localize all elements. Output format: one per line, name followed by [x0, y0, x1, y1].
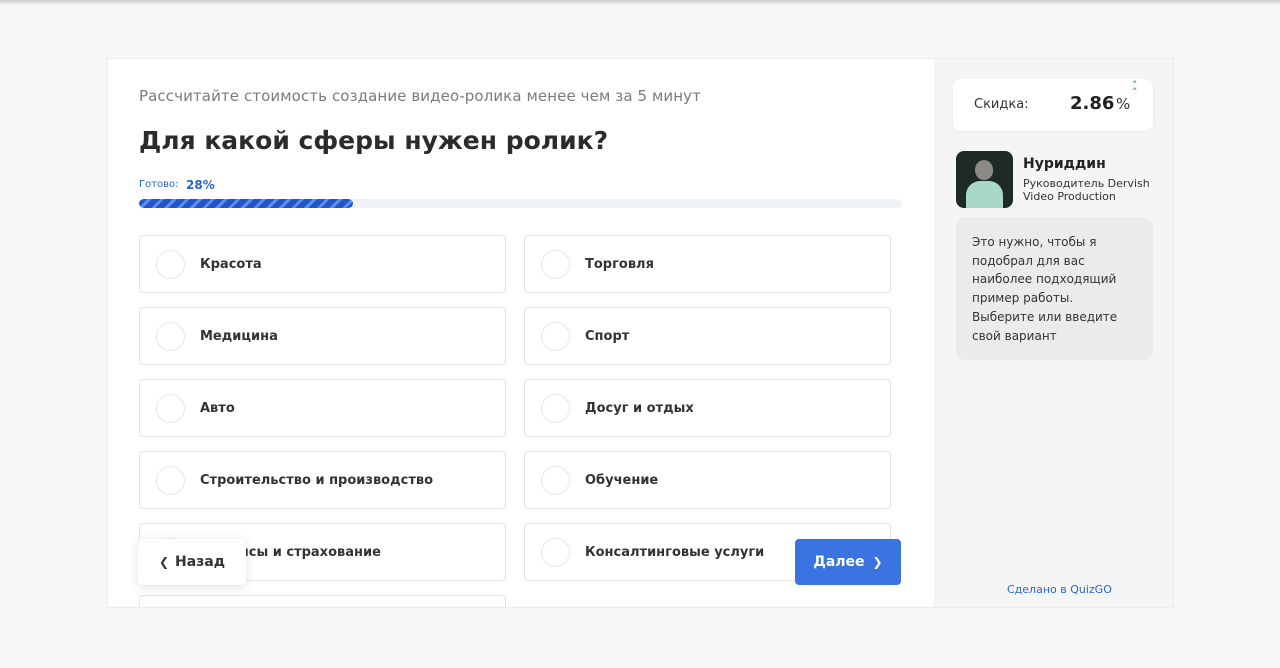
- option-construction[interactable]: Строительство и производство: [139, 451, 506, 509]
- avatar: [956, 151, 1013, 208]
- progress-value: 28%: [186, 178, 215, 192]
- option-label: Обучение: [585, 472, 659, 488]
- discount-label: Скидка:: [974, 97, 1029, 112]
- discount-value: 2.86: [1070, 93, 1115, 114]
- chevron-right-icon: ❯: [872, 555, 883, 569]
- back-button[interactable]: ❮ Назад: [138, 539, 246, 585]
- option-label: Медицина: [200, 328, 278, 344]
- quiz-main: Рассчитайте стоимость создание видео-рол…: [108, 59, 934, 607]
- avatar-body: [966, 181, 1003, 208]
- option-beauty[interactable]: Красота: [139, 235, 506, 293]
- option-leisure[interactable]: Досуг и отдых: [524, 379, 891, 437]
- radio-icon[interactable]: [156, 321, 185, 351]
- option-education[interactable]: Обучение: [524, 451, 891, 509]
- manager-name: Нуриддин: [1023, 156, 1106, 172]
- radio-icon[interactable]: [541, 249, 570, 279]
- radio-icon[interactable]: [156, 249, 185, 279]
- progress-fill: [139, 199, 353, 208]
- chevron-left-icon: ❮: [158, 555, 169, 569]
- option-label: Торговля: [585, 256, 654, 272]
- next-button-label: Далее: [813, 554, 865, 570]
- option-auto[interactable]: Авто: [139, 379, 506, 437]
- message-line: Это нужно, чтобы я подобрал для вас наиб…: [972, 235, 1117, 306]
- radio-icon[interactable]: [541, 465, 570, 495]
- top-shadow: [0, 0, 1280, 6]
- sidebar: Скидка: 2.86 % ˄ ˄ Нуриддин Руководитель …: [934, 59, 1173, 607]
- made-in-link[interactable]: Сделано в QuizGO: [1007, 583, 1112, 596]
- option-label: Досуг и отдых: [585, 400, 694, 416]
- double-chevron-up-icon: ˄ ˄: [1132, 79, 1138, 99]
- discount-card: Скидка: 2.86 % ˄ ˄: [953, 79, 1153, 131]
- option-label: Спорт: [585, 328, 630, 344]
- option-trade[interactable]: Торговля: [524, 235, 891, 293]
- progress-label: Готово:: [139, 179, 179, 190]
- radio-icon[interactable]: [156, 465, 185, 495]
- question-title: Для какой сферы нужен ролик?: [139, 126, 609, 155]
- next-button[interactable]: Далее ❯: [795, 539, 901, 585]
- avatar-head: [975, 160, 993, 180]
- quiz-container: Рассчитайте стоимость создание видео-рол…: [107, 58, 1174, 608]
- manager-card: Нуриддин Руководитель Dervish Video Prod…: [956, 151, 1166, 211]
- message-bubble: Это нужно, чтобы я подобрал для вас наиб…: [956, 217, 1153, 360]
- radio-icon[interactable]: [541, 321, 570, 351]
- message-line: Выберите или введите свой вариант: [972, 309, 1118, 343]
- progress-bar: [139, 199, 902, 208]
- radio-icon[interactable]: [156, 393, 185, 423]
- option-label: Строительство и производство: [200, 472, 434, 488]
- discount-unit: %: [1116, 95, 1131, 113]
- radio-icon[interactable]: [541, 537, 570, 567]
- option-label: Консалтинговые услуги: [585, 544, 765, 560]
- option-sport[interactable]: Спорт: [524, 307, 891, 365]
- option-label: Авто: [200, 400, 235, 416]
- back-button-label: Назад: [175, 554, 226, 570]
- radio-icon[interactable]: [541, 393, 570, 423]
- quiz-subtitle: Рассчитайте стоимость создание видео-рол…: [139, 87, 701, 105]
- option-label: Красота: [200, 256, 262, 272]
- option-partial[interactable]: [139, 595, 506, 607]
- option-medicine[interactable]: Медицина: [139, 307, 506, 365]
- manager-role: Руководитель Dervish Video Production: [1023, 177, 1150, 203]
